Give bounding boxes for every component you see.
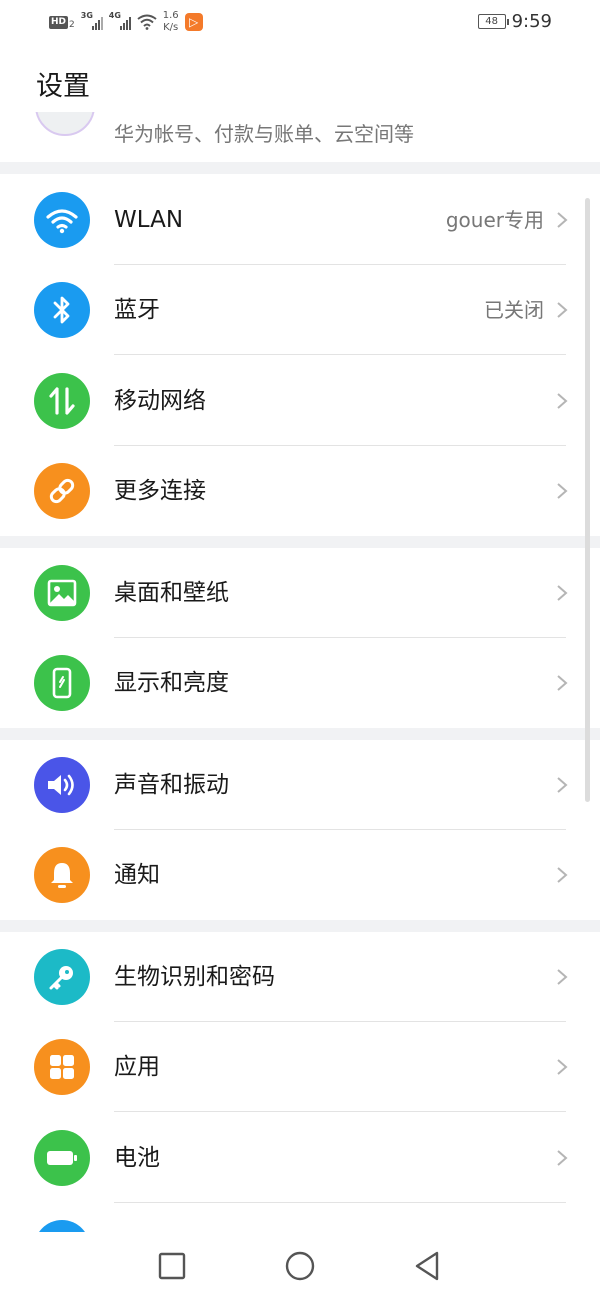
partial-icon [34,1220,90,1232]
chevron-right-icon [557,302,568,318]
battery-icon [34,1130,90,1186]
signal-icon: 3G [81,11,103,30]
item-label: 生物识别和密码 [114,964,275,990]
hd-badge: HD [49,15,69,29]
row-divider [114,354,566,355]
settings-item-apps[interactable]: 应用 [0,1022,600,1112]
link-icon [34,463,90,519]
network-speed: 1.6 K/s [163,10,179,34]
signal-icon: 4G [109,11,131,30]
settings-item-wallpaper[interactable]: 桌面和壁纸 [0,548,600,638]
app-notification-icon: ▷ [184,13,203,31]
item-label: 显示和亮度 [114,670,229,696]
chevron-right-icon [557,585,568,601]
chevron-right-icon [557,777,568,793]
circle-icon[interactable] [282,1248,318,1284]
item-label: 电池 [114,1145,160,1171]
wifi-icon [34,192,90,248]
account-row[interactable]: 华为帐号、付款与账单、云空间等 [0,112,600,162]
bluetooth-icon [34,282,90,338]
chevron-right-icon [557,483,568,499]
triangle-back-icon[interactable] [410,1248,446,1284]
settings-item-notifications[interactable]: 通知 [0,830,600,920]
section-divider [0,162,600,174]
key-icon [34,949,90,1005]
chevron-right-icon [557,867,568,883]
settings-item-display[interactable]: 显示和亮度 [0,638,600,728]
item-value: 已关闭 [484,298,544,322]
status-left: HD 2 3G 4G 1.6 K/s ▷ [49,10,203,34]
image-icon [34,565,90,621]
battery-icon: 48 [477,14,509,29]
item-label: 应用 [114,1054,160,1080]
item-value: gouer专用 [445,208,544,232]
page-title: 设置 [36,71,90,102]
mobile-data-icon [34,373,90,429]
wifi-status-icon [137,14,157,30]
item-label: 蓝牙 [114,297,160,323]
square-icon[interactable] [154,1248,190,1284]
row-divider [114,1111,566,1112]
item-label: 声音和振动 [114,772,229,798]
settings-item-sound[interactable]: 声音和振动 [0,740,600,830]
scrollbar[interactable] [585,198,590,802]
item-label: 桌面和壁纸 [114,580,229,606]
status-bar: HD 2 3G 4G 1.6 K/s ▷ 48 9:59 [0,0,600,46]
item-label: 移动网络 [114,388,206,414]
speed-value: 1.6 [162,10,179,21]
chevron-right-icon [557,675,568,691]
chevron-right-icon [557,1150,568,1166]
chevron-right-icon [557,393,568,409]
section-divider [0,920,600,932]
section-divider [0,728,600,740]
settings-item-battery[interactable]: 电池 [0,1113,600,1203]
avatar [35,112,95,136]
item-label: WLAN [114,207,184,233]
speed-unit: K/s [163,22,179,33]
clock: 9:59 [511,11,552,32]
bell-icon [34,847,90,903]
chevron-right-icon [557,1059,568,1075]
chevron-right-icon [557,969,568,985]
item-label: 更多连接 [114,478,206,504]
account-subtitle: 华为帐号、付款与账单、云空间等 [114,122,414,146]
settings-item-bluetooth[interactable]: 蓝牙 已关闭 [0,265,600,355]
settings-item-mobile-network[interactable]: 移动网络 [0,356,600,446]
volume-icon [34,757,90,813]
settings-item-more-connections[interactable]: 更多连接 [0,446,600,536]
status-right: 48 9:59 [477,11,552,32]
settings-item-partial[interactable] [0,1203,600,1232]
apps-icon [34,1039,90,1095]
navigation-bar [0,1232,600,1300]
item-label: 通知 [114,862,160,888]
settings-item-wlan[interactable]: WLAN gouer专用 [0,175,600,265]
chevron-right-icon [557,212,568,228]
hd-sub: 2 [69,20,75,30]
section-divider [0,536,600,548]
settings-item-biometrics[interactable]: 生物识别和密码 [0,932,600,1022]
display-icon [34,655,90,711]
